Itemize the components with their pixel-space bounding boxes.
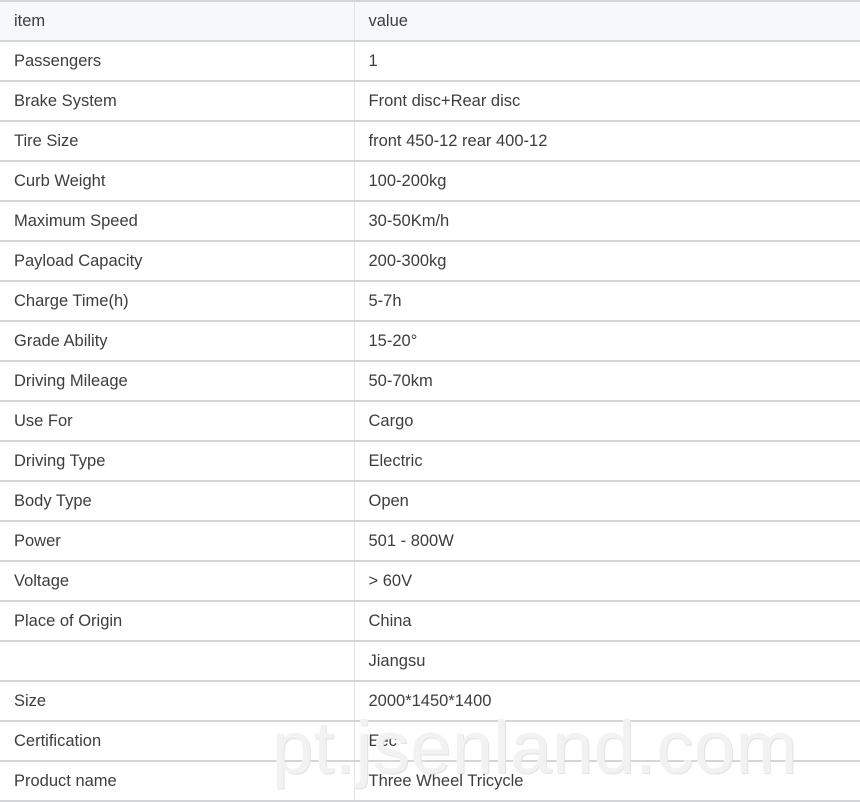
- cell-value: 5-7h: [354, 281, 860, 322]
- cell-value: Open: [354, 481, 860, 522]
- table-row: Curb Weight 100-200kg: [0, 161, 860, 202]
- cell-item: Payload Capacity: [0, 241, 355, 282]
- cell-value: 30-50Km/h: [354, 201, 860, 242]
- table-row: Power 501 - 800W: [0, 521, 860, 562]
- cell-item: Passengers: [0, 41, 355, 82]
- cell-item: [0, 641, 355, 682]
- cell-value: 100-200kg: [354, 161, 860, 202]
- cell-value: front 450-12 rear 400-12: [354, 121, 860, 162]
- table-row: Passengers 1: [0, 41, 860, 82]
- cell-item: Brake System: [0, 81, 355, 122]
- cell-value: Jiangsu: [354, 641, 860, 682]
- cell-value: Cargo: [354, 401, 860, 442]
- cell-value: 50-70km: [354, 361, 860, 402]
- cell-item: Body Type: [0, 481, 355, 522]
- cell-item: Driving Type: [0, 441, 355, 482]
- table-row: Voltage > 60V: [0, 561, 860, 602]
- table-row: Driving Type Electric: [0, 441, 860, 482]
- table-row: Product name Three Wheel Tricycle: [0, 761, 860, 802]
- cell-item: Tire Size: [0, 121, 355, 162]
- table-row: Size 2000*1450*1400: [0, 681, 860, 722]
- table-row: Certification Eec: [0, 721, 860, 762]
- table-header: item value: [0, 1, 860, 42]
- cell-value: 501 - 800W: [354, 521, 860, 562]
- cell-item: Grade Ability: [0, 321, 355, 362]
- cell-item: Power: [0, 521, 355, 562]
- cell-value: > 60V: [354, 561, 860, 602]
- column-header-value: value: [354, 1, 860, 42]
- cell-item: Charge Time(h): [0, 281, 355, 322]
- cell-value: 2000*1450*1400: [354, 681, 860, 722]
- table-row: Grade Ability 15-20°: [0, 321, 860, 362]
- cell-value: Eec: [354, 721, 860, 762]
- cell-value: Three Wheel Tricycle: [354, 761, 860, 802]
- table-row: Use For Cargo: [0, 401, 860, 442]
- table-row: Tire Size front 450-12 rear 400-12: [0, 121, 860, 162]
- table-row: Body Type Open: [0, 481, 860, 522]
- cell-value: 200-300kg: [354, 241, 860, 282]
- cell-item: Certification: [0, 721, 355, 762]
- cell-item: Product name: [0, 761, 355, 802]
- table-body: Passengers 1 Brake System Front disc+Rear d…: [0, 41, 860, 802]
- table-header-row: item value: [0, 1, 860, 42]
- cell-value: 1: [354, 41, 860, 82]
- table-row: Place of Origin China: [0, 601, 860, 642]
- cell-value: China: [354, 601, 860, 642]
- cell-item: Size: [0, 681, 355, 722]
- cell-item: Driving Mileage: [0, 361, 355, 402]
- table-row: Jiangsu: [0, 641, 860, 682]
- cell-value: Front disc+Rear disc: [354, 81, 860, 122]
- cell-value: 15-20°: [354, 321, 860, 362]
- cell-item: Place of Origin: [0, 601, 355, 642]
- table-row: Payload Capacity 200-300kg: [0, 241, 860, 282]
- specification-table-container: item value Passengers 1 Brake System Front …: [0, 0, 860, 802]
- cell-item: Curb Weight: [0, 161, 355, 202]
- table-row: Brake System Front disc+Rear disc: [0, 81, 860, 122]
- table-row: Driving Mileage 50-70km: [0, 361, 860, 402]
- cell-item: Use For: [0, 401, 355, 442]
- specification-table: item value Passengers 1 Brake System Front …: [0, 0, 860, 802]
- cell-value: Electric: [354, 441, 860, 482]
- table-row: Charge Time(h) 5-7h: [0, 281, 860, 322]
- column-header-item: item: [0, 1, 355, 42]
- cell-item: Voltage: [0, 561, 355, 602]
- table-row: Maximum Speed 30-50Km/h: [0, 201, 860, 242]
- cell-item: Maximum Speed: [0, 201, 355, 242]
